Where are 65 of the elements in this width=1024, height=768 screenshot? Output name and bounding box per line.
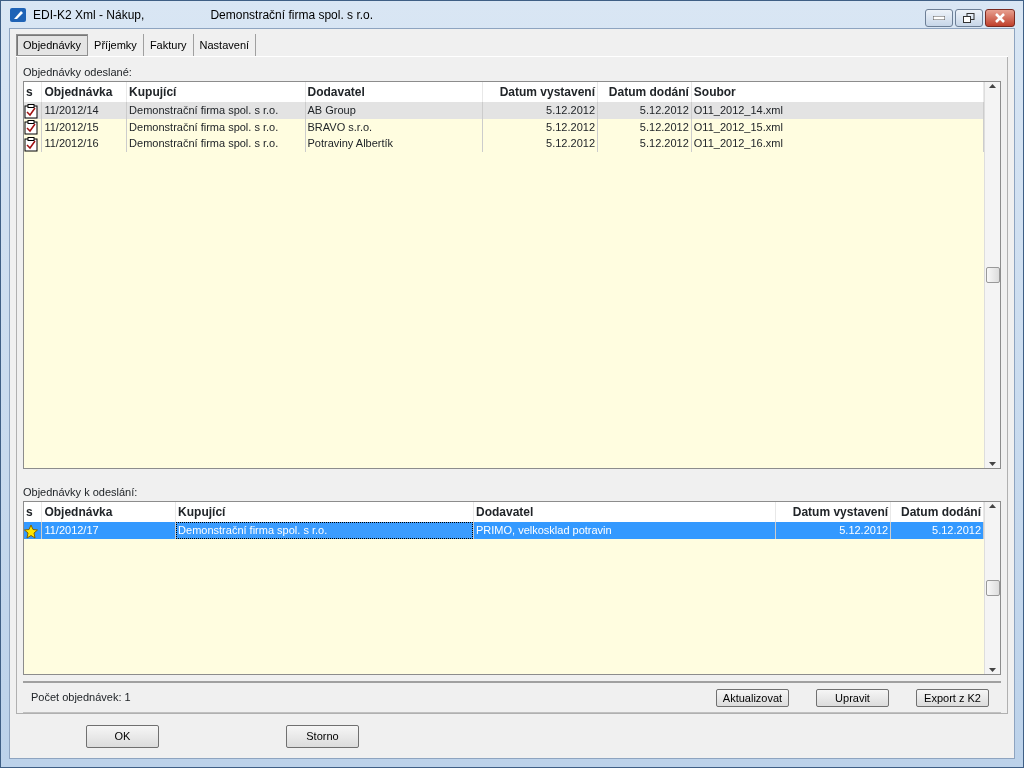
table-cell: AB Group bbox=[305, 102, 483, 119]
action-button[interactable]: Aktualizovat bbox=[716, 688, 789, 707]
column-header[interactable]: Objednávka bbox=[41, 82, 127, 102]
column-header[interactable]: Datum dodání bbox=[890, 502, 984, 522]
scroll-up-icon[interactable] bbox=[989, 84, 996, 88]
app-icon bbox=[9, 6, 27, 23]
table-cell: 5.12.2012 bbox=[597, 135, 692, 152]
column-header[interactable]: Datum vystavení bbox=[482, 82, 598, 102]
table-cell: 5.12.2012 bbox=[482, 118, 598, 136]
scroll-thumb[interactable] bbox=[985, 580, 1000, 596]
table-cell: 5.12.2012 bbox=[890, 522, 984, 539]
scrollbar[interactable] bbox=[984, 82, 1000, 468]
order-count: Počet objednávek: 1 bbox=[31, 690, 131, 706]
table-cell: 5.12.2012 bbox=[482, 102, 598, 119]
table-cell: 11/2012/16 bbox=[41, 135, 127, 152]
table-cell: Demonstrační firma spol. s r.o. bbox=[126, 135, 305, 152]
table-cell: 5.12.2012 bbox=[775, 522, 891, 539]
minimize-button[interactable] bbox=[925, 9, 953, 27]
close-button[interactable] bbox=[985, 9, 1015, 27]
group-label: Objednávky k odeslání: bbox=[23, 485, 139, 500]
table-cell: 5.12.2012 bbox=[597, 102, 692, 119]
table-cell: 5.12.2012 bbox=[482, 135, 598, 152]
scroll-up-icon[interactable] bbox=[989, 504, 996, 508]
action-button[interactable]: Export z K2 bbox=[916, 688, 989, 707]
table-cell: 5.12.2012 bbox=[597, 118, 692, 136]
column-header[interactable]: Kupující bbox=[175, 502, 474, 522]
scroll-thumb[interactable] bbox=[985, 267, 1000, 283]
table-cell: Demonstrační firma spol. s r.o. bbox=[126, 118, 305, 136]
group-label: Objednávky odeslané: bbox=[23, 65, 133, 80]
column-header[interactable]: Kupující bbox=[126, 82, 305, 102]
scroll-down-icon[interactable] bbox=[989, 462, 996, 466]
table-cell: O11_2012_16.xml bbox=[691, 135, 984, 152]
tab[interactable]: Objednávky bbox=[16, 34, 89, 56]
tab[interactable]: Příjemky bbox=[88, 34, 144, 56]
minimize-icon bbox=[933, 16, 945, 20]
table-cell: 11/2012/15 bbox=[41, 118, 127, 136]
table-cell: Potraviny Albertík bbox=[305, 135, 483, 152]
scroll-down-icon[interactable] bbox=[989, 668, 996, 672]
table-cell: PRIMO, velkosklad potravin bbox=[473, 522, 776, 539]
table-cell: 11/2012/14 bbox=[41, 102, 127, 119]
column-header[interactable]: Objednávka bbox=[41, 502, 176, 522]
table-cell: O11_2012_15.xml bbox=[691, 118, 984, 136]
column-header[interactable]: Soubor bbox=[691, 82, 984, 102]
dialog-button[interactable]: OK bbox=[86, 724, 159, 748]
close-icon bbox=[994, 13, 1006, 23]
column-header[interactable]: Datum dodání bbox=[597, 82, 692, 102]
window-title: EDI-K2 Xml - Nákup, bbox=[33, 6, 145, 24]
table-cell: Demonstrační firma spol. s r.o. bbox=[126, 102, 305, 119]
column-header[interactable]: Datum vystavení bbox=[775, 502, 891, 522]
table-cell: BRAVO s.r.o. bbox=[305, 118, 483, 136]
table-cell: 11/2012/17 bbox=[41, 522, 176, 539]
company-name: Demonstrační firma spol. s r.o. bbox=[210, 6, 374, 24]
scrollbar[interactable] bbox=[984, 502, 1000, 674]
tab[interactable]: Nastavení bbox=[193, 34, 257, 56]
restore-button[interactable] bbox=[955, 9, 983, 27]
restore-icon bbox=[963, 13, 975, 23]
column-header[interactable]: Dodavatel bbox=[473, 502, 776, 522]
dialog-button[interactable]: Storno bbox=[286, 724, 359, 748]
column-header[interactable]: Dodavatel bbox=[305, 82, 483, 102]
column-header[interactable]: s bbox=[24, 82, 42, 102]
column-header[interactable]: s bbox=[24, 502, 42, 522]
table-cell: O11_2012_14.xml bbox=[691, 102, 984, 119]
tab[interactable]: Faktury bbox=[143, 34, 194, 56]
action-button[interactable]: Upravit bbox=[816, 688, 889, 707]
table-cell: Demonstrační firma spol. s r.o. bbox=[175, 522, 474, 539]
